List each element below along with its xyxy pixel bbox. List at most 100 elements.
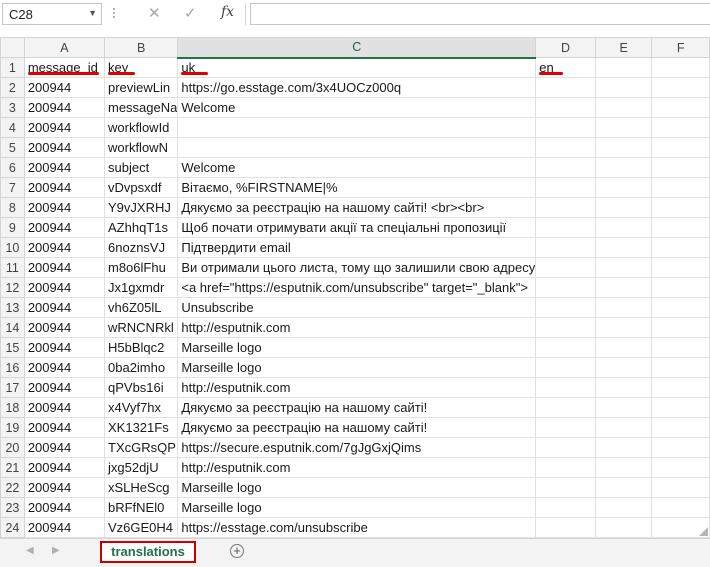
column-header-b[interactable]: B <box>103 37 179 58</box>
cell-b4[interactable]: workflowId <box>103 117 179 138</box>
row-header[interactable]: 12 <box>0 277 25 298</box>
cell-a2[interactable]: 200944 <box>23 77 106 98</box>
cell-e10[interactable] <box>594 237 653 258</box>
cell-e19[interactable] <box>594 417 653 438</box>
cell-f18[interactable] <box>651 397 710 418</box>
cell-b5[interactable]: workflowN <box>103 137 179 158</box>
name-box[interactable]: C28 ▼ <box>2 3 102 25</box>
cell-d13[interactable] <box>535 297 596 318</box>
cell-f13[interactable] <box>651 297 710 318</box>
cell-a11[interactable]: 200944 <box>23 257 106 278</box>
row-header[interactable]: 2 <box>0 77 25 98</box>
cell-a22[interactable]: 200944 <box>23 477 106 498</box>
cell-f16[interactable] <box>651 357 710 378</box>
cell-c20[interactable]: https://secure.esputnik.com/7gJgGxjQims <box>177 437 537 458</box>
cell-d15[interactable] <box>535 337 596 358</box>
cell-b8[interactable]: Y9vJXRHJ <box>103 197 179 218</box>
cell-a8[interactable]: 200944 <box>23 197 106 218</box>
row-header[interactable]: 22 <box>0 477 25 498</box>
cell-e16[interactable] <box>594 357 653 378</box>
sheet-tab-translations[interactable]: translations <box>100 541 196 563</box>
cell-b21[interactable]: jxg52djU <box>103 457 179 478</box>
cell-a13[interactable]: 200944 <box>23 297 106 318</box>
cell-c23[interactable]: Marseille logo <box>177 497 537 518</box>
cell-c15[interactable]: Marseille logo <box>177 337 537 358</box>
cell-c8[interactable]: Дякуємо за реєстрацію на нашому сайті! <… <box>177 197 537 218</box>
cell-e23[interactable] <box>594 497 653 518</box>
cell-f23[interactable] <box>651 497 710 518</box>
cell-e24[interactable] <box>594 517 653 538</box>
cell-e22[interactable] <box>594 477 653 498</box>
cell-b17[interactable]: qPVbs16i <box>103 377 179 398</box>
cell-f20[interactable] <box>651 437 710 458</box>
cell-e20[interactable] <box>594 437 653 458</box>
cell-f22[interactable] <box>651 477 710 498</box>
cell-f12[interactable] <box>651 277 710 298</box>
row-header[interactable]: 4 <box>0 117 25 138</box>
resize-handle[interactable] <box>112 6 116 22</box>
cell-d20[interactable] <box>535 437 596 458</box>
row-header[interactable]: 24 <box>0 517 25 538</box>
cell-c12[interactable]: <a href="https://esputnik.com/unsubscrib… <box>177 277 537 298</box>
cell-f19[interactable] <box>651 417 710 438</box>
cell-e18[interactable] <box>594 397 653 418</box>
cell-c18[interactable]: Дякуємо за реєстрацію на нашому сайті! <box>177 397 537 418</box>
cell-e11[interactable] <box>594 257 653 278</box>
cell-b12[interactable]: Jx1gxmdr <box>103 277 179 298</box>
cell-d21[interactable] <box>535 457 596 478</box>
cell-d17[interactable] <box>535 377 596 398</box>
cell-c13[interactable]: Unsubscribe <box>177 297 537 318</box>
cell-e13[interactable] <box>594 297 653 318</box>
row-header[interactable]: 19 <box>0 417 25 438</box>
cell-b18[interactable]: x4Vyf7hx <box>103 397 179 418</box>
cell-c21[interactable]: http://esputnik.com <box>177 457 537 478</box>
cell-a12[interactable]: 200944 <box>23 277 106 298</box>
cell-b10[interactable]: 6noznsVJ <box>103 237 179 258</box>
insert-function-icon[interactable]: fx <box>221 4 234 20</box>
cell-d19[interactable] <box>535 417 596 438</box>
cell-a19[interactable]: 200944 <box>23 417 106 438</box>
cell-e1[interactable] <box>594 57 653 78</box>
cell-c11[interactable]: Ви отримали цього листа, тому що залишил… <box>177 257 537 278</box>
cell-c9[interactable]: Щоб почати отримувати акції та спеціальн… <box>177 217 537 238</box>
cell-a9[interactable]: 200944 <box>23 217 106 238</box>
cell-f1[interactable] <box>651 57 710 78</box>
row-header[interactable]: 9 <box>0 217 25 238</box>
cell-a20[interactable]: 200944 <box>23 437 106 458</box>
cell-f8[interactable] <box>651 197 710 218</box>
cell-d5[interactable] <box>535 137 596 158</box>
cell-c4[interactable] <box>177 117 537 138</box>
cell-d16[interactable] <box>535 357 596 378</box>
cell-e9[interactable] <box>594 217 653 238</box>
cell-a5[interactable]: 200944 <box>23 137 106 158</box>
cell-b14[interactable]: wRNCNRkl <box>103 317 179 338</box>
cell-d3[interactable] <box>535 97 596 118</box>
row-header[interactable]: 23 <box>0 497 25 518</box>
cell-d12[interactable] <box>535 277 596 298</box>
chevron-down-icon[interactable]: ▼ <box>88 8 97 18</box>
cell-c1[interactable]: uk <box>177 57 537 78</box>
cell-c5[interactable] <box>177 137 537 158</box>
cell-e7[interactable] <box>594 177 653 198</box>
cell-b20[interactable]: TXcGRsQP <box>103 437 179 458</box>
row-header[interactable]: 20 <box>0 437 25 458</box>
cancel-icon[interactable]: ✕ <box>148 4 161 22</box>
row-header[interactable]: 15 <box>0 337 25 358</box>
cell-a21[interactable]: 200944 <box>23 457 106 478</box>
scroll-left-icon[interactable]: ◀ <box>26 545 34 556</box>
cell-e15[interactable] <box>594 337 653 358</box>
cell-b16[interactable]: 0ba2imho <box>103 357 179 378</box>
row-header[interactable]: 8 <box>0 197 25 218</box>
cell-b11[interactable]: m8o6lFhu <box>103 257 179 278</box>
row-header[interactable]: 14 <box>0 317 25 338</box>
cell-a1[interactable]: message_id <box>23 57 106 78</box>
cell-f17[interactable] <box>651 377 710 398</box>
cell-e12[interactable] <box>594 277 653 298</box>
row-header[interactable]: 17 <box>0 377 25 398</box>
row-header[interactable]: 1 <box>0 57 25 78</box>
row-header[interactable]: 7 <box>0 177 25 198</box>
cell-b7[interactable]: vDvpsxdf <box>103 177 179 198</box>
cell-b9[interactable]: AZhhqT1s <box>103 217 179 238</box>
row-header[interactable]: 6 <box>0 157 25 178</box>
cell-b15[interactable]: H5bBlqc2 <box>103 337 179 358</box>
